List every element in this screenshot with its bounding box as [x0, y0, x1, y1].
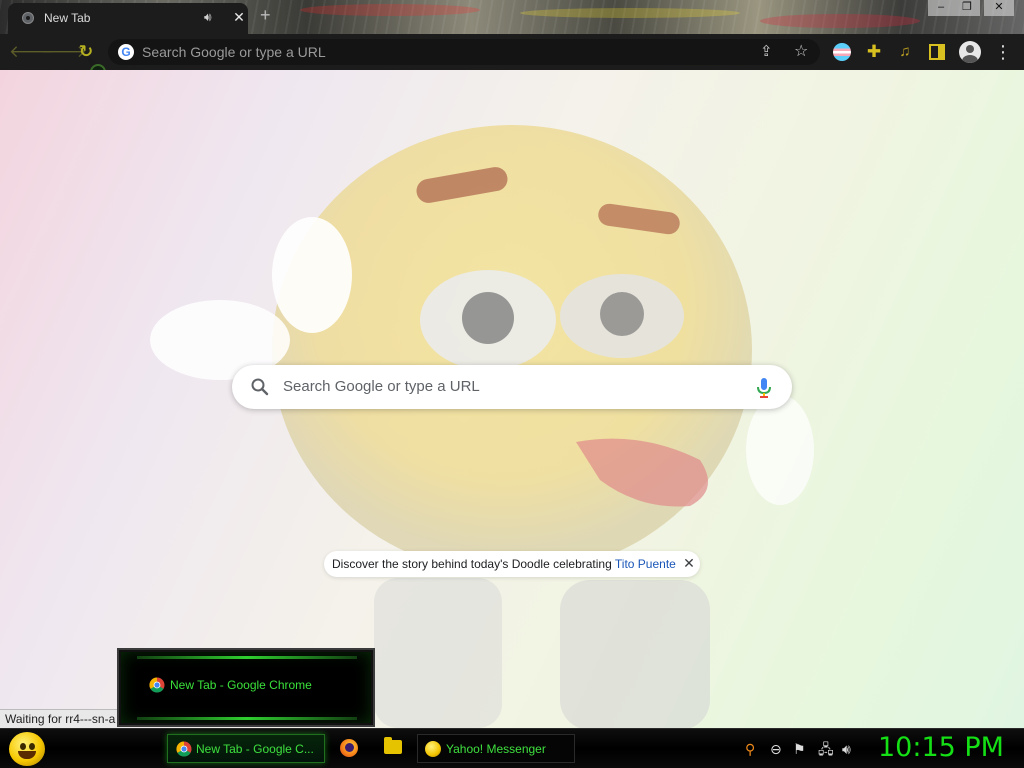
status-bubble: Waiting for rr4---sn-a: [0, 709, 120, 728]
star-icon[interactable]: ☆: [794, 41, 808, 61]
microphone-icon[interactable]: [756, 377, 772, 399]
network-icon[interactable]: 🖧︎: [818, 741, 834, 757]
folder-icon[interactable]: [384, 737, 402, 754]
three-dot-menu-icon[interactable]: ⋮: [994, 40, 1012, 64]
search-placeholder: Search Google or type a URL: [283, 378, 480, 395]
start-button-smiley-icon[interactable]: [9, 732, 45, 766]
maximize-button[interactable]: ❐: [954, 0, 980, 16]
chrome-icon: [149, 677, 165, 693]
theme-artwork: [300, 4, 480, 16]
messenger-tray-icon[interactable]: ⊖: [770, 741, 782, 757]
action-center-flag-icon[interactable]: ⚑: [793, 741, 806, 757]
share-icon[interactable]: ⇪: [760, 42, 773, 60]
doodle-note-text: Discover the story behind today's Doodle…: [332, 557, 676, 571]
forward-arrow-icon[interactable]: 🡒: [41, 40, 87, 64]
chrome-page-icon: [22, 12, 34, 24]
browser-toolbar: 🡐 🡒 ↻ G Search Google or type a URL ⇪ ☆ …: [0, 34, 1024, 70]
taskbar-item-chrome[interactable]: New Tab - Google C...: [167, 734, 325, 763]
smiley-eye: [29, 743, 35, 750]
search-icon: [251, 378, 269, 396]
speaker-icon[interactable]: 🔊︎: [204, 10, 212, 25]
puzzle-extensions-icon[interactable]: ✚: [865, 43, 883, 61]
new-tab-button[interactable]: +: [260, 5, 271, 25]
google-icon: G: [118, 44, 134, 60]
new-tab-page: Search Google or type a URL Discover the…: [0, 70, 1024, 728]
preview-glow-bar: [137, 656, 357, 659]
theme-artwork: [760, 14, 920, 28]
taskbar: New Tab - Google C... Yahoo! Messenger ⚲…: [0, 728, 1024, 768]
doodle-note-close-button[interactable]: ✕: [680, 554, 698, 572]
tab-close-button[interactable]: ✕: [230, 8, 248, 26]
taskbar-item-label: New Tab - Google C...: [196, 742, 314, 756]
taskbar-item-yahoo-messenger[interactable]: Yahoo! Messenger: [417, 734, 575, 763]
search-tray-icon[interactable]: ⚲: [745, 741, 755, 757]
chrome-icon: [176, 741, 192, 757]
back-arrow-icon[interactable]: 🡐: [9, 40, 55, 64]
preview-glow-bar: [137, 717, 357, 720]
theme-artwork: [520, 8, 740, 18]
side-panel-icon[interactable]: [929, 44, 945, 60]
doodle-note-link[interactable]: Tito Puente: [615, 557, 676, 571]
address-bar[interactable]: G Search Google or type a URL ⇪ ☆: [108, 39, 820, 65]
close-window-button[interactable]: ✕: [984, 0, 1014, 16]
minimize-button[interactable]: –: [928, 0, 954, 16]
smiley-mouth: [18, 751, 36, 759]
volume-icon[interactable]: 🔊︎: [842, 741, 851, 757]
taskbar-item-label: Yahoo! Messenger: [446, 742, 546, 756]
yahoo-messenger-icon: [425, 741, 441, 757]
tab-new-tab[interactable]: New Tab 🔊︎ ✕: [8, 3, 248, 34]
title-bar: New Tab 🔊︎ ✕ + – ❐ ✕: [0, 0, 1024, 34]
taskbar-clock[interactable]: 10:15 PM: [878, 732, 1004, 763]
pride-flag-extension-icon[interactable]: [833, 43, 851, 61]
firefox-icon[interactable]: [340, 739, 358, 757]
taskbar-window-preview[interactable]: New Tab - Google Chrome: [117, 648, 375, 727]
smiley-eye: [20, 743, 26, 750]
preview-title: New Tab - Google Chrome: [170, 678, 312, 692]
profile-icon[interactable]: [959, 41, 981, 63]
doodle-notification: Discover the story behind today's Doodle…: [324, 551, 700, 577]
tab-title: New Tab: [44, 11, 91, 25]
search-box[interactable]: Search Google or type a URL: [232, 365, 792, 409]
media-controls-icon[interactable]: ♫: [896, 43, 914, 61]
address-bar-placeholder: Search Google or type a URL: [142, 44, 326, 60]
